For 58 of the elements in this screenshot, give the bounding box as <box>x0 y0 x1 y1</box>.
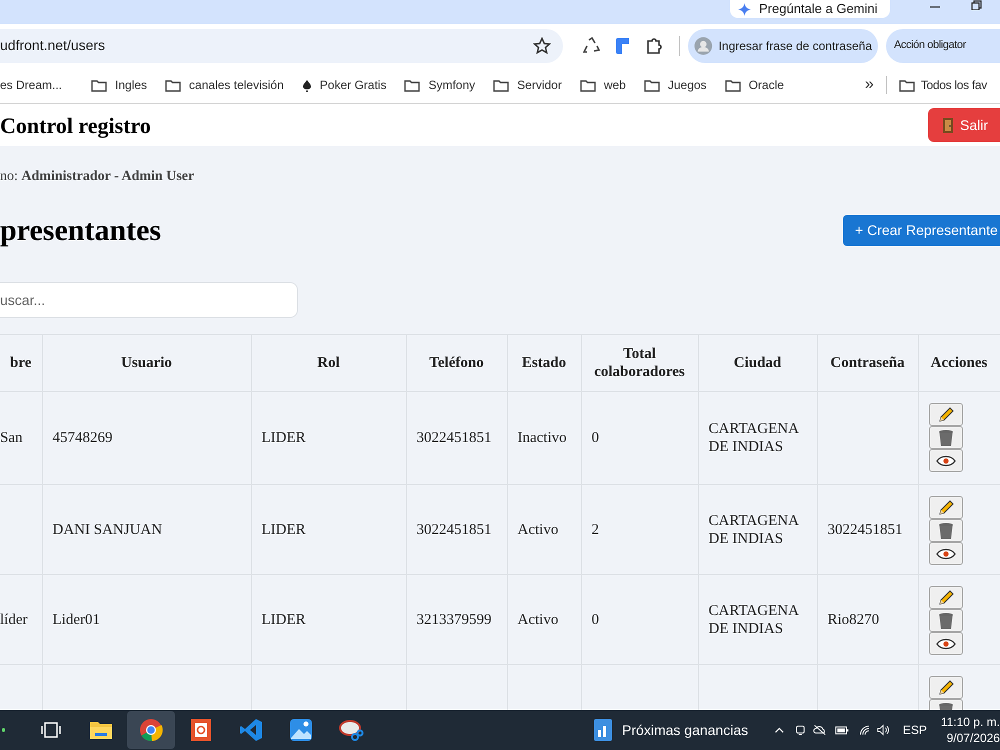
column-header: Acciones <box>930 355 988 371</box>
create-button[interactable]: + Crear Representante <box>843 215 1000 246</box>
table-cell: 3022451851 <box>416 430 492 446</box>
column-header: Total colaboradores <box>594 346 685 380</box>
table-cell: Inactivo <box>518 430 567 446</box>
clock[interactable]: 11:10 p. m. 9/07/2026 <box>940 714 1000 746</box>
column-header: bre <box>10 355 32 371</box>
table-cell: San <box>0 430 22 446</box>
table-cell: 0 <box>592 612 599 628</box>
table-cell: 45748269 <box>52 430 112 446</box>
bookmark[interactable]: Oracle <box>718 76 791 94</box>
column-header: Teléfono <box>429 355 484 371</box>
bookmark[interactable]: Todos los fav <box>898 76 987 94</box>
table-cell: Activo <box>518 522 558 538</box>
column-header: Usuario <box>121 355 172 371</box>
logout-button[interactable]: Salir <box>928 108 1000 142</box>
table-cell: CARTAGENA DE INDIAS <box>708 602 798 636</box>
address-bar[interactable]: udfront.net/users <box>0 28 563 62</box>
table-cell: 0 <box>592 430 599 446</box>
app-title: Control registro <box>0 112 151 140</box>
language-indicator[interactable]: ESP <box>902 721 927 739</box>
table-cell: CARTAGENA DE INDIAS <box>708 512 798 546</box>
bookmark[interactable]: es Dream... <box>0 76 84 94</box>
column-header: Rol <box>317 355 340 371</box>
page-heading: presentantes <box>0 213 162 249</box>
bookmark[interactable]: Servidor <box>486 76 569 94</box>
table-cell: Rio8270 <box>828 612 880 628</box>
table-cell: 3022451851 <box>416 522 492 538</box>
bookmark[interactable]: web <box>572 76 633 94</box>
bookmark[interactable]: Symfony <box>397 76 482 94</box>
bookmark[interactable]: Juegos <box>636 76 714 94</box>
table-cell: Activo <box>518 612 558 628</box>
widget-button[interactable]: Próximas ganancias <box>594 719 748 741</box>
more-bookmarks-button[interactable]: » <box>864 73 874 97</box>
profile-chip[interactable]: Ingresar frase de contraseña <box>688 28 878 62</box>
column-header: Contraseña <box>830 355 905 371</box>
gemini-button[interactable]: Pregúntale a Gemini <box>730 0 890 18</box>
url-text: udfront.net/users <box>0 36 106 55</box>
table-cell: 3213379599 <box>416 612 492 628</box>
bookmark[interactable]: Poker Gratis <box>294 76 394 94</box>
bookmark[interactable]: Ingles <box>84 76 154 94</box>
table-cell: LIDER <box>262 522 306 538</box>
user-line: no: Administrador - Admin User <box>0 168 194 186</box>
action-chip[interactable]: Acción obligator <box>886 28 1000 62</box>
table-cell: Lider01 <box>52 612 100 628</box>
clock-time: 11:10 p. m. <box>940 714 1000 730</box>
table-cell: 3022451851 <box>828 522 902 538</box>
clock-date: 9/07/2026 <box>946 730 1000 746</box>
column-header: Ciudad <box>734 355 782 371</box>
table-cell: DANI SANJUAN <box>52 522 162 538</box>
table-cell: LIDER <box>262 612 306 628</box>
table-cell: CARTAGENA DE INDIAS <box>708 421 798 455</box>
table-cell: 2 <box>592 522 599 538</box>
search-field[interactable]: uscar... <box>0 282 298 318</box>
table-cell: LIDER <box>262 430 306 446</box>
bookmark[interactable]: canales televisión <box>158 76 291 94</box>
column-header: Estado <box>522 355 566 371</box>
table-cell: líder <box>0 612 28 628</box>
